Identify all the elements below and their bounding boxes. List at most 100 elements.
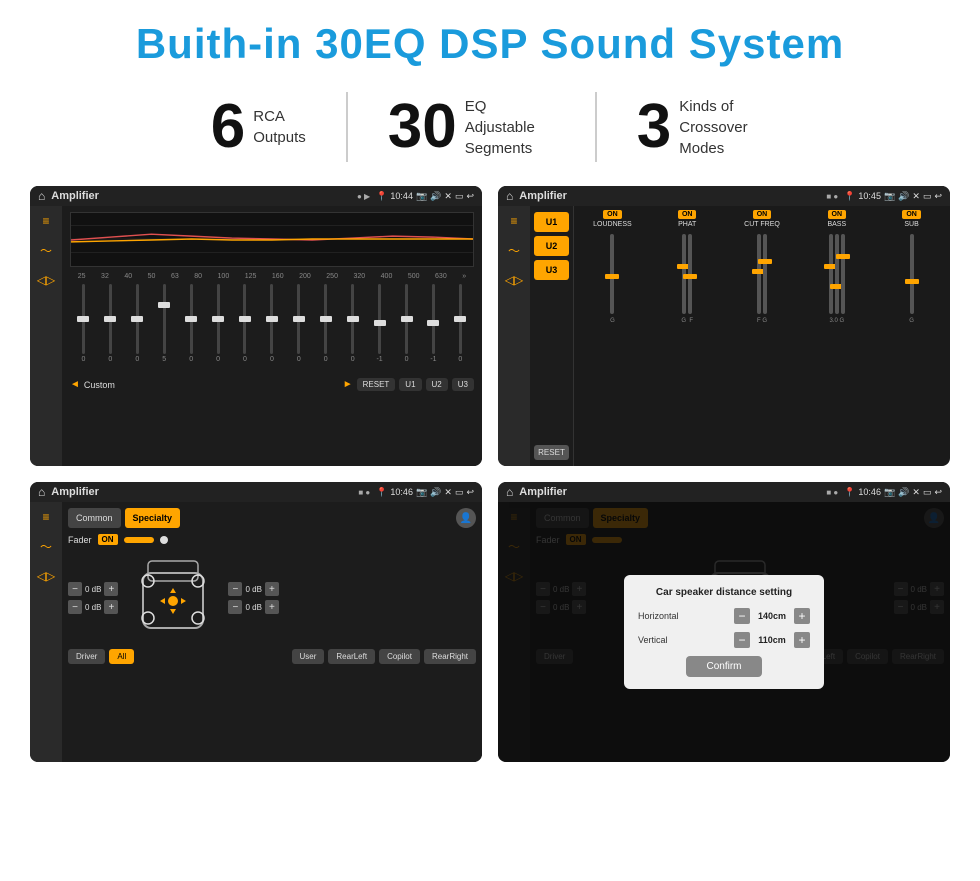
eq-slider-9[interactable]: 0 [319,284,333,374]
amp-screen-content: ≡ 〜 ◁▷ U1 U2 U3 RESET ON LOUD [498,206,950,466]
back-icon-3[interactable]: ↩ [466,487,474,498]
waveform-icon-2[interactable]: 〜 [508,242,520,259]
reset-button[interactable]: RESET [357,378,396,391]
battery-icon-4: ▭ [923,487,932,498]
rearright-btn[interactable]: RearRight [424,649,476,664]
waveform-icon-3[interactable]: 〜 [40,538,52,555]
speaker-icon-2[interactable]: ◁▷ [505,273,523,287]
home-icon-4[interactable]: ⌂ [506,485,513,499]
dot-icon-2: ■ ● [826,192,838,201]
eq-slider-5[interactable]: 0 [211,284,225,374]
speaker-icon-3[interactable]: ◁▷ [37,569,55,583]
equalizer-icon[interactable]: ≡ [42,214,49,228]
back-icon-1[interactable]: ↩ [466,191,474,202]
speaker-icon[interactable]: ◁▷ [37,273,55,287]
u3-preset[interactable]: U3 [534,260,569,280]
right-top-minus[interactable]: − [228,582,242,596]
stat-rca: 6 RCAOutputs [171,96,346,158]
battery-icon-2: ▭ [923,191,932,202]
time-1: 10:44 [390,191,413,201]
eq-screen-content: ≡ 〜 ◁▷ [30,206,482,466]
driver-btn[interactable]: Driver [68,649,105,664]
eq-slider-7[interactable]: 0 [265,284,279,374]
eq-slider-4[interactable]: 0 [184,284,198,374]
left-top-plus[interactable]: + [104,582,118,596]
right-bottom-plus[interactable]: + [265,600,279,614]
eq-slider-0[interactable]: 0 [76,284,90,374]
left-bottom-minus[interactable]: − [68,600,82,614]
eq-slider-3[interactable]: 5 [157,284,171,374]
eq-slider-13[interactable]: -1 [426,284,440,374]
amp-title-1: Amplifier [51,190,351,202]
volume-icon-1: 🔊 [430,191,441,202]
left-top-minus[interactable]: − [68,582,82,596]
battery-icon-3: ▭ [455,487,464,498]
cutfreq-on[interactable]: ON [753,210,772,219]
phat-channel: ON PHAT G F [653,210,722,462]
stat-label-crossover: Kinds ofCrossover Modes [679,96,769,159]
u1-button[interactable]: U1 [399,378,421,391]
u2-button[interactable]: U2 [426,378,448,391]
back-icon-2[interactable]: ↩ [934,191,942,202]
fader-knob[interactable] [160,536,168,544]
u2-preset[interactable]: U2 [534,236,569,256]
vertical-minus-btn[interactable]: − [734,632,750,648]
amp-reset-btn[interactable]: RESET [534,445,569,460]
horizontal-row: Horizontal − 140cm + [638,608,810,624]
eq-slider-6[interactable]: 0 [238,284,252,374]
eq-slider-14[interactable]: 0 [453,284,467,374]
home-icon-1[interactable]: ⌂ [38,189,45,203]
eq-slider-10[interactable]: 0 [346,284,360,374]
eq-slider-12[interactable]: 0 [400,284,414,374]
all-btn[interactable]: All [109,649,134,664]
stat-number-eq: 30 [388,96,457,158]
loudness-on[interactable]: ON [603,210,622,219]
dot-icon-3: ■ ● [358,488,370,497]
horizontal-plus-btn[interactable]: + [794,608,810,624]
location-icon-3: 📍 [376,487,387,498]
rearleft-btn[interactable]: RearLeft [328,649,375,664]
back-icon-4[interactable]: ↩ [934,487,942,498]
eq-slider-8[interactable]: 0 [292,284,306,374]
next-button[interactable]: ► [343,379,353,390]
right-top-value: 0 dB [245,585,261,594]
loudness-channel: ON LOUDNESS G [578,210,647,462]
prev-button[interactable]: ◄ [70,379,80,390]
home-icon-2[interactable]: ⌂ [506,189,513,203]
sub-on[interactable]: ON [902,210,921,219]
u3-button[interactable]: U3 [452,378,474,391]
eq-sliders-area: 0 0 0 5 0 0 0 0 0 0 0 -1 0 -1 0 [70,284,474,374]
time-2: 10:45 [858,191,881,201]
common-tab[interactable]: Common [68,508,121,528]
phat-on[interactable]: ON [678,210,697,219]
fader-slider[interactable] [124,537,154,543]
left-bottom-plus[interactable]: + [104,600,118,614]
right-bottom-minus[interactable]: − [228,600,242,614]
eq-slider-2[interactable]: 0 [130,284,144,374]
equalizer-icon-2[interactable]: ≡ [510,214,517,228]
status-icons-2: 📍 10:45 📷 🔊 ✕ ▭ ↩ [844,191,942,202]
common-screen-content: ≡ 〜 ◁▷ Common Specialty 👤 Fader ON [30,502,482,762]
wifi-icon-2: ✕ [912,191,920,202]
speaker-layout: − 0 dB + − 0 dB + [68,553,476,643]
eq-slider-11[interactable]: -1 [373,284,387,374]
fader-on-badge[interactable]: ON [98,534,118,545]
u1-preset[interactable]: U1 [534,212,569,232]
bass-on[interactable]: ON [828,210,847,219]
home-icon-3[interactable]: ⌂ [38,485,45,499]
dot-icon-1: ● ▶ [357,192,370,201]
horizontal-minus-btn[interactable]: − [734,608,750,624]
eq-slider-1[interactable]: 0 [103,284,117,374]
confirm-button[interactable]: Confirm [686,656,761,677]
equalizer-icon-3[interactable]: ≡ [42,510,49,524]
right-top-plus[interactable]: + [265,582,279,596]
volume-icon-4: 🔊 [898,487,909,498]
left-top-db: − 0 dB + [68,582,118,596]
waveform-icon[interactable]: 〜 [40,242,52,259]
specialty-tab[interactable]: Specialty [125,508,181,528]
profile-icon[interactable]: 👤 [456,508,476,528]
user-btn[interactable]: User [292,649,325,664]
amp-channel-controls: ON LOUDNESS G ON PHAT G F [574,206,950,466]
vertical-plus-btn[interactable]: + [794,632,810,648]
copilot-btn[interactable]: Copilot [379,649,420,664]
